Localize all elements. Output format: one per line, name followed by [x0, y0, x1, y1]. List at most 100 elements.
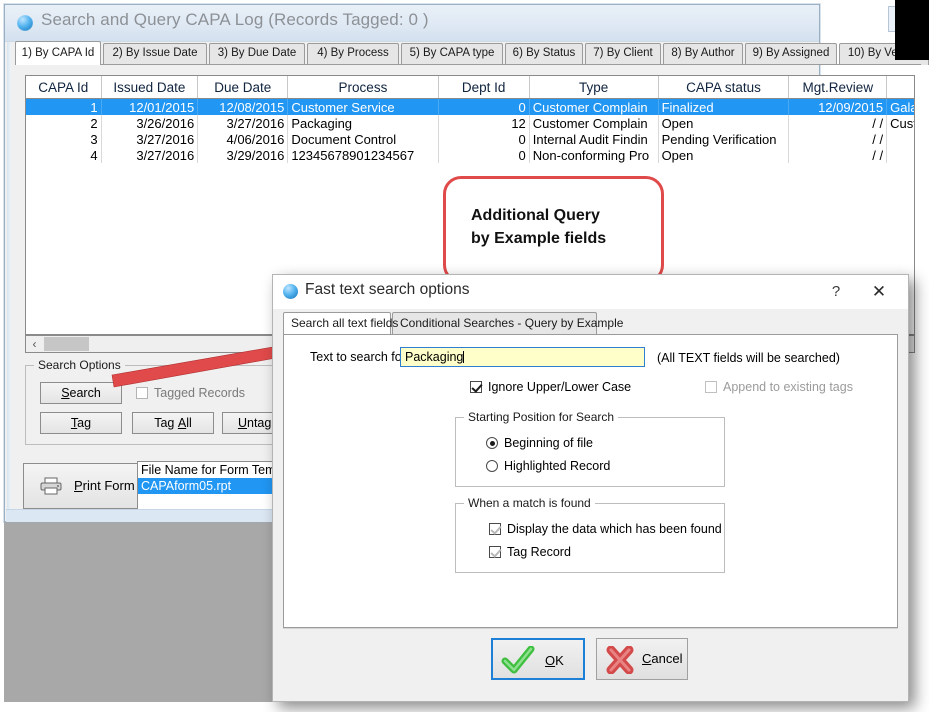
main-tab-5[interactable]: 5) By CAPA type	[401, 43, 503, 65]
ok-button[interactable]: OK	[491, 638, 585, 680]
starting-position-legend: Starting Position for Search	[464, 410, 618, 424]
main-tab-strip[interactable]: 1) By CAPA Id2) By Issue Date3) By Due D…	[15, 43, 921, 65]
grid-cell-process[interactable]: Packaging	[288, 115, 438, 131]
grid-cell-mgt-review[interactable]: / /	[789, 115, 887, 131]
cancel-button[interactable]: Cancel	[596, 638, 688, 680]
ignore-case-checkbox[interactable]: Ignore Upper/Lower Case	[470, 380, 631, 394]
grid-cell-due-date[interactable]: 3/29/2016	[198, 147, 288, 163]
table-row[interactable]: 33/27/20164/06/2016Document Control0Inte…	[26, 131, 915, 147]
window-title: Search and Query CAPA Log (Records Tagge…	[41, 10, 429, 30]
grid-cell-capa-status[interactable]: Open	[658, 115, 789, 131]
display-found-data-checkbox[interactable]: Display the data which has been found	[489, 522, 722, 536]
grid-cell-mgt-review[interactable]: / /	[789, 131, 887, 147]
checkbox-box	[489, 546, 501, 558]
table-row[interactable]: 43/27/20163/29/2016123456789012345670Non…	[26, 147, 915, 163]
grid-cell-due-date[interactable]: 4/06/2016	[198, 131, 288, 147]
grid-body[interactable]: 112/01/201512/08/2015Customer Service0Cu…	[26, 99, 915, 164]
print-form-accel: P	[74, 478, 83, 493]
grid-cell-mgt-review[interactable]: 12/09/2015	[789, 99, 887, 116]
table-row[interactable]: 112/01/201512/08/2015Customer Service0Cu…	[26, 99, 915, 116]
grid-cell-capa-status[interactable]: Open	[658, 147, 789, 163]
scroll-left-arrow-icon[interactable]: ‹	[26, 336, 43, 352]
tagged-records-checkbox[interactable]: Tagged Records	[136, 386, 245, 400]
radio-highlighted-record[interactable]: Highlighted Record	[486, 459, 610, 473]
grid-cell-client-name[interactable]	[887, 131, 915, 147]
main-tab-2[interactable]: 2) By Issue Date	[103, 43, 207, 65]
grid-cell-client-name[interactable]: Galaxy Energy	[887, 99, 915, 116]
grid-cell-type[interactable]: Internal Audit Findin	[529, 131, 658, 147]
grid-cell-capa-id[interactable]: 2	[26, 115, 101, 131]
grid-cell-client-name[interactable]: Customer Two	[887, 115, 915, 131]
search-button[interactable]: Search	[40, 382, 122, 404]
tag-record-checkbox[interactable]: Tag Record	[489, 545, 571, 559]
main-tab-8[interactable]: 8) By Author	[663, 43, 743, 65]
callout-text: Additional Query by Example fields	[471, 204, 606, 250]
radio-dot	[486, 460, 498, 472]
dialog-titlebar: Fast text search options ? ✕	[273, 275, 908, 309]
grid-column-header[interactable]: Dept Id	[438, 76, 529, 99]
grid-cell-client-name[interactable]	[887, 147, 915, 163]
grid-column-header[interactable]: CAPA Id	[26, 76, 101, 99]
grid-column-header[interactable]: Process	[288, 76, 438, 99]
grid-cell-issued-date[interactable]: 12/01/2015	[101, 99, 198, 116]
search-input[interactable]: Packaging	[400, 347, 645, 367]
grid-cell-dept-id[interactable]: 12	[438, 115, 529, 131]
grid-cell-issued-date[interactable]: 3/27/2016	[101, 131, 198, 147]
radio-beginning-of-file[interactable]: Beginning of file	[486, 436, 593, 450]
main-tab-3[interactable]: 3) By Due Date	[209, 43, 305, 65]
grid-cell-mgt-review[interactable]: / /	[789, 147, 887, 163]
grid-column-header[interactable]: Mgt.Review	[789, 76, 887, 99]
grid-cell-type[interactable]: Non-conforming Pro	[529, 147, 658, 163]
grid-cell-capa-id[interactable]: 1	[26, 99, 101, 116]
dialog-tab-1[interactable]: Search all text fields	[283, 312, 391, 334]
main-tab-9[interactable]: 9) By Assigned	[745, 43, 837, 65]
grid-cell-type[interactable]: Customer Complain	[529, 115, 658, 131]
grid-cell-process[interactable]: Customer Service	[288, 99, 438, 116]
grid-column-header[interactable]: Issued Date	[101, 76, 198, 99]
grid-cell-capa-status[interactable]: Pending Verification	[658, 131, 789, 147]
main-tab-6[interactable]: 6) By Status	[505, 43, 583, 65]
cancel-accel: C	[642, 651, 651, 666]
globe-icon	[17, 15, 33, 31]
scrollbar-thumb[interactable]	[44, 337, 89, 351]
tag-button-label: ag	[77, 416, 91, 430]
search-input-value: Packaging	[405, 350, 463, 364]
grid-cell-capa-id[interactable]: 4	[26, 147, 101, 163]
tag-button[interactable]: Tag	[40, 412, 122, 434]
grid-cell-dept-id[interactable]: 0	[438, 147, 529, 163]
help-icon[interactable]: ?	[824, 280, 848, 304]
dialog-title: Fast text search options	[305, 281, 470, 299]
dialog-tab-2[interactable]: Conditional Searches - Query by Example	[392, 312, 597, 334]
table-row[interactable]: 23/26/20163/27/2016Packaging12Customer C…	[26, 115, 915, 131]
main-tab-4[interactable]: 4) By Process	[307, 43, 399, 65]
ok-rest: K	[555, 653, 564, 668]
grid-cell-issued-date[interactable]: 3/26/2016	[101, 115, 198, 131]
main-tab-7[interactable]: 7) By Client	[585, 43, 661, 65]
ok-accel: O	[545, 653, 555, 668]
close-icon[interactable]: ✕	[866, 280, 892, 304]
grid-cell-type[interactable]: Customer Complain	[529, 99, 658, 116]
search-text-label: Text to search for:	[310, 350, 409, 364]
append-to-existing-tags-checkbox[interactable]: Append to existing tags	[705, 380, 853, 394]
printer-icon	[40, 477, 62, 495]
grid-cell-capa-id[interactable]: 3	[26, 131, 101, 147]
ok-button-label: OK	[545, 653, 564, 668]
tag-all-button[interactable]: Tag All	[132, 412, 214, 434]
grid-cell-capa-status[interactable]: Finalized	[658, 99, 789, 116]
append-tags-label: Append to existing tags	[723, 380, 853, 394]
grid-column-header[interactable]: Client Name	[887, 76, 915, 99]
grid-cell-due-date[interactable]: 12/08/2015	[198, 99, 288, 116]
grid-column-header[interactable]: CAPA status	[658, 76, 789, 99]
grid-cell-process[interactable]: 12345678901234567	[288, 147, 438, 163]
grid-cell-due-date[interactable]: 3/27/2016	[198, 115, 288, 131]
grid-cell-issued-date[interactable]: 3/27/2016	[101, 147, 198, 163]
checkbox-box	[705, 381, 717, 393]
globe-icon	[283, 284, 298, 299]
grid-cell-process[interactable]: Document Control	[288, 131, 438, 147]
grid-column-header[interactable]: Type	[529, 76, 658, 99]
main-tab-label: 9) By Assigned	[753, 47, 830, 59]
grid-cell-dept-id[interactable]: 0	[438, 99, 529, 116]
grid-cell-dept-id[interactable]: 0	[438, 131, 529, 147]
grid-column-header[interactable]: Due Date	[198, 76, 288, 99]
main-tab-1[interactable]: 1) By CAPA Id	[15, 41, 101, 65]
